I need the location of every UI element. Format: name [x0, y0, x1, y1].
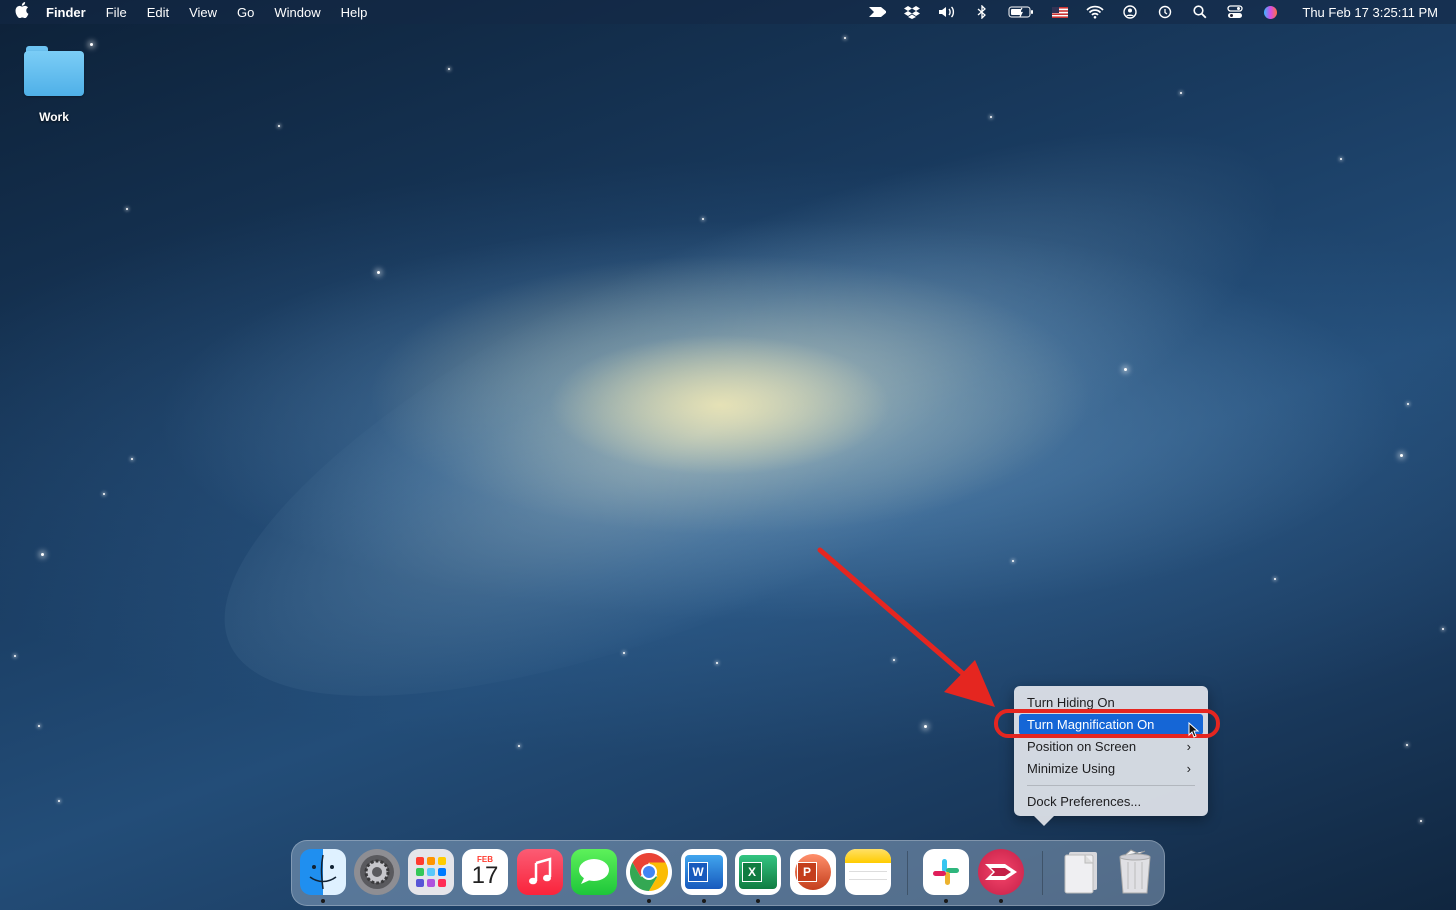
desktop-folder[interactable]: Work — [20, 44, 88, 124]
chrome-icon[interactable] — [626, 849, 672, 895]
bluetooth-icon[interactable] — [973, 5, 991, 19]
music-icon[interactable] — [517, 849, 563, 895]
menu-item-position-on-screen[interactable]: Position on Screen › — [1019, 736, 1203, 757]
status-area: Thu Feb 17 3:25:11 PM — [868, 0, 1438, 24]
mouse-cursor-icon — [1188, 722, 1200, 738]
app-name[interactable]: Finder — [44, 5, 96, 20]
dock: FEB 17 W X P — [291, 840, 1165, 906]
powerpoint-icon[interactable]: P — [790, 849, 836, 895]
running-indicator — [321, 899, 325, 903]
battery-icon[interactable] — [1008, 5, 1034, 19]
control-center-icon[interactable] — [1226, 5, 1244, 19]
word-icon[interactable]: W — [681, 849, 727, 895]
notes-icon[interactable] — [845, 849, 891, 895]
slack-icon[interactable] — [923, 849, 969, 895]
desktop-folder-label: Work — [39, 110, 69, 124]
running-indicator — [756, 899, 760, 903]
menu-help[interactable]: Help — [331, 5, 378, 20]
excel-icon[interactable]: X — [735, 849, 781, 895]
running-indicator — [647, 899, 651, 903]
finder-icon[interactable] — [300, 849, 346, 895]
wifi-icon[interactable] — [1086, 5, 1104, 19]
calendar-icon[interactable]: FEB 17 — [462, 849, 508, 895]
menu-separator — [1027, 785, 1195, 786]
user-icon[interactable] — [1121, 5, 1139, 19]
menu-item-minimize-using[interactable]: Minimize Using › — [1019, 758, 1203, 779]
running-indicator — [702, 899, 706, 903]
dock-context-menu: Turn Hiding On Turn Magnification On Pos… — [1014, 686, 1208, 826]
us-flag-icon[interactable] — [1051, 5, 1069, 19]
volume-icon[interactable] — [938, 5, 956, 19]
chevron-right-icon: › — [1186, 761, 1191, 776]
dropbox-icon[interactable] — [903, 5, 921, 19]
menu-window[interactable]: Window — [264, 5, 330, 20]
calendar-day: 17 — [471, 861, 499, 889]
menu-bar: Finder File Edit View Go Window Help Thu… — [0, 0, 1456, 24]
menu-item-label: Dock Preferences... — [1027, 794, 1142, 809]
menu-edit[interactable]: Edit — [137, 5, 179, 20]
dash-icon[interactable] — [868, 5, 887, 19]
menu-item-label: Turn Hiding On — [1027, 695, 1115, 710]
apple-menu-icon[interactable] — [0, 2, 44, 22]
menu-file[interactable]: File — [96, 5, 137, 20]
time-machine-icon[interactable] — [1156, 5, 1174, 19]
menubar-clock[interactable]: Thu Feb 17 3:25:11 PM — [1302, 5, 1438, 20]
system-preferences-icon[interactable] — [354, 849, 400, 895]
launchpad-icon[interactable] — [408, 849, 454, 895]
red-highlight-annotation — [994, 709, 1220, 738]
dock-separator — [907, 851, 908, 895]
menu-item-dock-preferences[interactable]: Dock Preferences... — [1019, 791, 1203, 812]
menu-view[interactable]: View — [179, 5, 227, 20]
dock-separator — [1042, 851, 1043, 895]
folder-icon[interactable] — [24, 44, 84, 96]
menu-go[interactable]: Go — [227, 5, 264, 20]
messages-icon[interactable] — [571, 849, 617, 895]
trash-icon[interactable] — [1112, 849, 1158, 895]
menu-item-label: Minimize Using — [1027, 761, 1116, 776]
dash-app-icon[interactable] — [978, 849, 1024, 895]
spotlight-icon[interactable] — [1191, 5, 1209, 19]
menu-item-label: Position on Screen — [1027, 739, 1137, 754]
running-indicator — [944, 899, 948, 903]
document-icon[interactable] — [1058, 849, 1104, 895]
siri-icon[interactable] — [1261, 5, 1279, 19]
chevron-right-icon: › — [1186, 739, 1191, 754]
running-indicator — [999, 899, 1003, 903]
